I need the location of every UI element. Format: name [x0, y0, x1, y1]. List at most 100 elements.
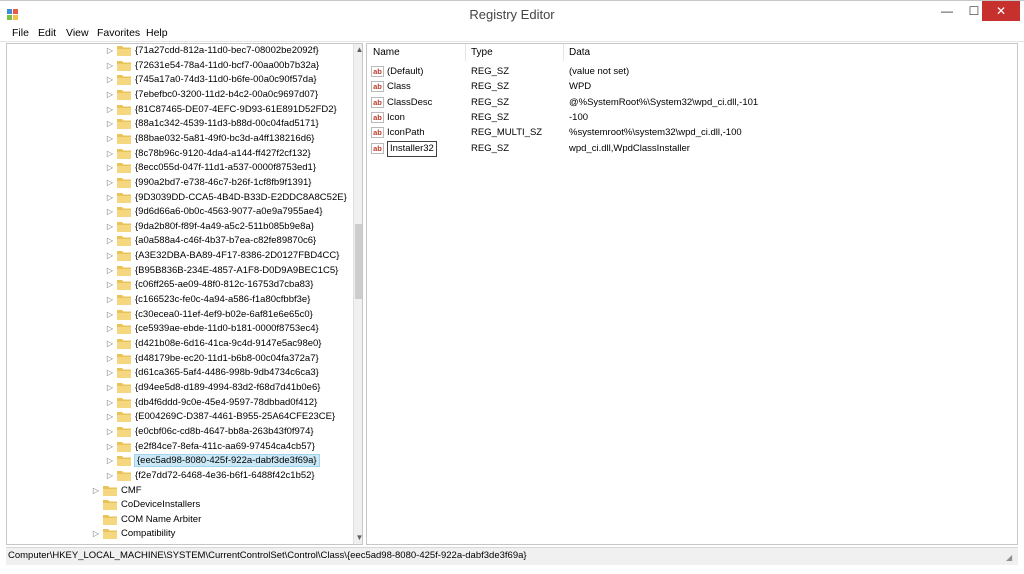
scroll-down-arrow-icon[interactable]: ▼ — [354, 532, 362, 544]
tree-item[interactable]: ▷ {990a2bd7-e738-46c7-b26f-1cf8fb9f1391} — [105, 176, 311, 190]
expand-arrow-icon[interactable]: ▷ — [105, 220, 115, 234]
expand-arrow-icon[interactable]: ▷ — [105, 352, 115, 366]
tree-item[interactable]: ▷ {E004269C-D387-4461-B955-25A64CFE23CE} — [105, 410, 335, 424]
tree-item[interactable]: ▷ {B95B836B-234E-4857-A1F8-D0D9A9BEC1C5} — [105, 264, 338, 278]
tree-item[interactable]: ▷ {8ecc055d-047f-11d1-a537-0000f8753ed1} — [105, 161, 316, 175]
expand-arrow-icon[interactable]: ▷ — [105, 337, 115, 351]
expand-arrow-icon[interactable]: ▷ — [105, 249, 115, 263]
expand-arrow-icon[interactable]: ▷ — [105, 440, 115, 454]
column-header-type[interactable]: Type — [471, 47, 493, 58]
tree-item[interactable]: ▷ CMF — [91, 484, 142, 498]
expand-arrow-icon[interactable]: ▷ — [105, 469, 115, 483]
expand-arrow-icon[interactable]: ▷ — [105, 322, 115, 336]
tree-item[interactable]: ▷ {c06ff265-ae09-48f0-812c-16753d7cba83} — [105, 278, 313, 292]
expand-arrow-icon[interactable]: ▷ — [105, 191, 115, 205]
menu-help[interactable]: Help — [146, 27, 168, 39]
tree-item[interactable]: ▷ {8c78b96c-9120-4da4-a144-ff427f2cf132} — [105, 147, 311, 161]
tree-item[interactable]: ▷ {f2e7dd72-6468-4e36-b6f1-6488f42c1b52} — [105, 469, 315, 483]
folder-icon — [117, 324, 131, 335]
tree-scrollbar[interactable]: ▲ ▼ — [353, 44, 362, 544]
tree-item[interactable]: ▷ {db4f6ddd-9c0e-45e4-9597-78dbbad0f412} — [105, 396, 317, 410]
tree-item[interactable]: ▷ {a0a588a4-c46f-4b37-b7ea-c82fe89870c6} — [105, 234, 316, 248]
menu-view[interactable]: View — [66, 27, 89, 39]
expand-arrow-icon[interactable]: ▷ — [105, 425, 115, 439]
expand-arrow-icon[interactable]: ▷ — [105, 205, 115, 219]
folder-icon — [117, 119, 131, 130]
tree-item[interactable]: ▷ Compatibility — [91, 527, 175, 541]
expand-arrow-icon[interactable]: ▷ — [105, 454, 115, 468]
tree-item[interactable]: ▷ {e0cbf06c-cd8b-4647-bb8a-263b43f0f974} — [105, 425, 314, 439]
key-tree-pane[interactable]: ▷ {71a27cdd-812a-11d0-bec7-08002be2092f} ▷… — [6, 43, 363, 545]
tree-item[interactable]: ▷ {7ebefbc0-3200-11d2-b4c2-00a0c9697d07} — [105, 88, 318, 102]
tree-item[interactable]: ▷ {c30ecea0-11ef-4ef9-b02e-6af81e6e65c0} — [105, 308, 313, 322]
tree-item[interactable]: ▷ {eec5ad98-8080-425f-922a-dabf3de3f69a} — [105, 454, 320, 468]
tree-item[interactable]: ▷ {72631e54-78a4-11d0-bcf7-00aa00b7b32a} — [105, 59, 319, 73]
tree-item[interactable]: ▷ {d61ca365-5af4-4486-998b-9db4734c6ca3} — [105, 366, 319, 380]
menu-edit[interactable]: Edit — [38, 27, 56, 39]
value-row[interactable]: ab Installer32 REG_SZ wpd_ci.dll,WpdClassIn… — [371, 140, 1011, 157]
expand-arrow-icon[interactable]: ▷ — [105, 44, 115, 58]
scroll-thumb[interactable] — [355, 224, 362, 299]
column-divider[interactable] — [563, 44, 564, 61]
tree-item[interactable]: ▷ {88bae032-5a81-49f0-bc3d-a4ff138216d6} — [105, 132, 314, 146]
tree-item[interactable]: ▷ {88a1c342-4539-11d3-b88d-00c04fad5171} — [105, 117, 319, 131]
folder-icon — [117, 148, 131, 159]
tree-item[interactable]: ▷ {81C87465-DE07-4EFC-9D93-61E891D52FD2} — [105, 103, 337, 117]
column-header-data[interactable]: Data — [569, 47, 590, 58]
expand-arrow-icon[interactable]: ▷ — [105, 59, 115, 73]
expand-arrow-icon[interactable]: ▷ — [105, 147, 115, 161]
tree-item-label: {e2f84ce7-8efa-411c-aa69-97454ca4cb57} — [135, 440, 315, 452]
column-header-name[interactable]: Name — [373, 47, 400, 58]
expand-arrow-icon[interactable]: ▷ — [105, 264, 115, 278]
value-row[interactable]: ab Icon REG_SZ -100 — [371, 111, 1011, 125]
expand-arrow-icon[interactable]: ▷ — [91, 484, 101, 498]
expand-arrow-icon[interactable]: ▷ — [105, 396, 115, 410]
expand-arrow-icon[interactable]: ▷ — [105, 381, 115, 395]
tree-item[interactable]: COM Name Arbiter — [91, 513, 201, 527]
tree-item[interactable]: ▷ {9da2b80f-f89f-4a49-a5c2-511b085b9e8a} — [105, 220, 314, 234]
tree-item-label: {d48179be-ec20-11d1-b6b8-00c04fa372a7} — [135, 352, 319, 364]
value-row[interactable]: ab IconPath REG_MULTI_SZ %systemroot%\syste… — [371, 126, 1011, 140]
value-row[interactable]: ab (Default) REG_SZ (value not set) — [371, 65, 1011, 79]
tree-item[interactable]: ▷ {d94ee5d8-d189-4994-83d2-f68d7d41b0e6} — [105, 381, 320, 395]
value-type: REG_SZ — [471, 81, 510, 93]
tree-item[interactable]: ▷ {745a17a0-74d3-11d0-b6fe-00a0c90f57da} — [105, 73, 317, 87]
expand-arrow-icon[interactable]: ▷ — [105, 132, 115, 146]
scroll-up-arrow-icon[interactable]: ▲ — [354, 44, 362, 56]
expand-arrow-icon[interactable]: ▷ — [105, 366, 115, 380]
minimize-button[interactable]: — — [932, 1, 962, 21]
expand-arrow-icon[interactable]: ▷ — [105, 278, 115, 292]
expand-arrow-icon[interactable]: ▷ — [105, 176, 115, 190]
expand-arrow-icon[interactable]: ▷ — [105, 161, 115, 175]
tree-item-label: {9da2b80f-f89f-4a49-a5c2-511b085b9e8a} — [135, 220, 314, 232]
tree-item-label: {c30ecea0-11ef-4ef9-b02e-6af81e6e65c0} — [135, 308, 313, 320]
tree-item[interactable]: CoDeviceInstallers — [91, 498, 200, 512]
expand-arrow-icon[interactable]: ▷ — [105, 293, 115, 307]
expand-arrow-icon[interactable]: ▷ — [105, 234, 115, 248]
tree-item[interactable]: ▷ {d48179be-ec20-11d1-b6b8-00c04fa372a7} — [105, 352, 319, 366]
value-row[interactable]: ab ClassDesc REG_SZ @%SystemRoot%\System32\… — [371, 96, 1011, 110]
tree-item[interactable]: ▷ {e2f84ce7-8efa-411c-aa69-97454ca4cb57} — [105, 440, 315, 454]
expand-arrow-icon[interactable]: ▷ — [105, 103, 115, 117]
expand-arrow-icon[interactable]: ▷ — [105, 73, 115, 87]
tree-item[interactable]: ▷ {71a27cdd-812a-11d0-bec7-08002be2092f} — [105, 44, 319, 58]
expand-arrow-icon[interactable]: ▷ — [105, 88, 115, 102]
value-name-edit-field[interactable]: Installer32 — [387, 140, 437, 157]
resize-grip-icon[interactable]: ◢ — [1006, 553, 1016, 563]
menu-favorites[interactable]: Favorites — [97, 27, 140, 39]
tree-item[interactable]: ▷ {ce5939ae-ebde-11d0-b181-0000f8753ec4} — [105, 322, 319, 336]
tree-item[interactable]: ▷ {9D3039DD-CCA5-4B4D-B33D-E2DDC8A8C52E} — [105, 191, 347, 205]
tree-item[interactable]: ▷ {d421b08e-6d16-41ca-9c4d-9147e5ac98e0} — [105, 337, 321, 351]
expand-arrow-icon[interactable]: ▷ — [105, 410, 115, 424]
tree-item[interactable]: ▷ {9d6d66a6-0b0c-4563-9077-a0e9a7955ae4} — [105, 205, 323, 219]
tree-item[interactable]: ▷ {A3E32DBA-BA89-4F17-8386-2D0127FBD4CC} — [105, 249, 339, 263]
expand-arrow-icon[interactable]: ▷ — [105, 308, 115, 322]
value-row[interactable]: ab Class REG_SZ WPD — [371, 80, 1011, 94]
expand-arrow-icon[interactable]: ▷ — [105, 117, 115, 131]
expand-arrow-icon[interactable]: ▷ — [91, 527, 101, 541]
column-divider[interactable] — [465, 44, 466, 61]
tree-item[interactable]: ▷ {c166523c-fe0c-4a94-a586-f1a80cfbbf3e} — [105, 293, 310, 307]
values-pane[interactable]: Name Type Data ab (Default) REG_SZ (value n… — [366, 43, 1018, 545]
menu-file[interactable]: File — [12, 27, 29, 39]
close-button[interactable]: ✕ — [982, 1, 1020, 21]
